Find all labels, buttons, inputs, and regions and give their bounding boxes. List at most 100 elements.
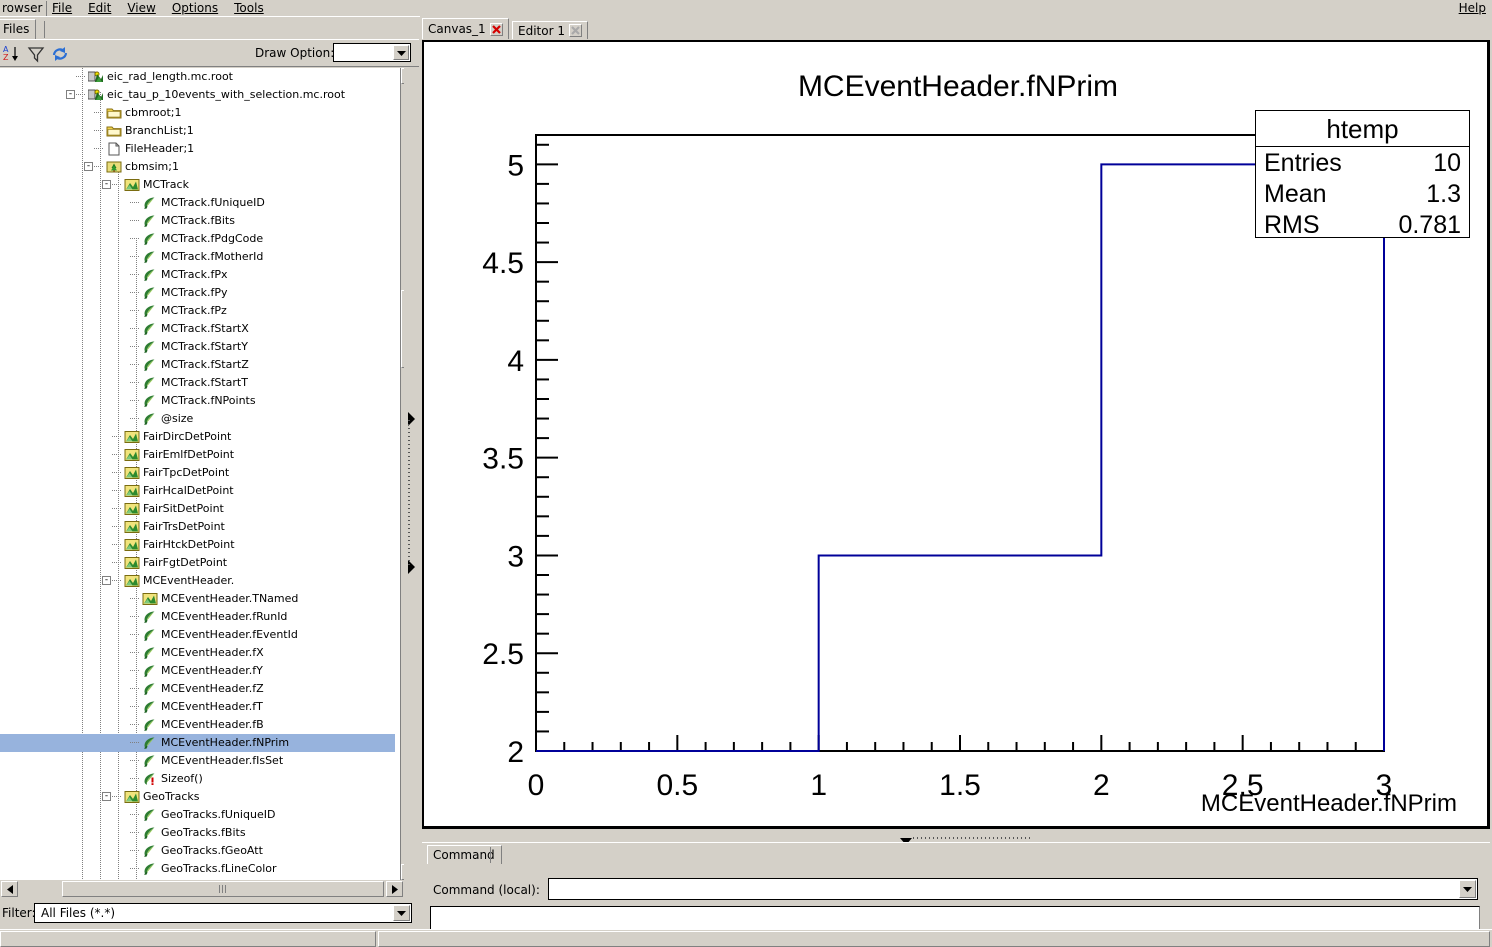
menu-file[interactable]: File bbox=[52, 1, 72, 15]
tree-item[interactable]: GeoTracks.fUniqueID bbox=[0, 806, 395, 824]
tree-hscroll-thumb[interactable] bbox=[62, 881, 384, 897]
tree-item-selected[interactable]: MCEventHeader.fNPrim bbox=[0, 734, 395, 752]
tree-item[interactable]: MCEventHeader.fB bbox=[0, 716, 395, 734]
tree-item[interactable]: FairTpcDetPoint bbox=[0, 464, 395, 482]
root-canvas[interactable]: MCEventHeader.fNPrim 00.511.522.5322.533… bbox=[422, 40, 1490, 829]
tree-item[interactable]: FairDircDetPoint bbox=[0, 428, 395, 446]
tree-item[interactable]: MCEventHeader.TNamed bbox=[0, 590, 395, 608]
canvas-drawing-area[interactable]: MCEventHeader.fNPrim 00.511.522.5322.533… bbox=[424, 42, 1487, 826]
close-icon[interactable] bbox=[490, 23, 503, 36]
tree-connector bbox=[130, 652, 140, 653]
chevron-down-icon[interactable] bbox=[393, 45, 409, 60]
menu-edit[interactable]: Edit bbox=[88, 1, 111, 15]
filter-combo[interactable]: All Files (*.*) bbox=[34, 903, 412, 923]
tree-item[interactable]: MCTrack.fUniqueID bbox=[0, 194, 395, 212]
tree-item[interactable]: FairSitDetPoint bbox=[0, 500, 395, 518]
horizontal-splitter[interactable] bbox=[420, 831, 1492, 841]
tree-item[interactable]: MCEventHeader.fIsSet bbox=[0, 752, 395, 770]
tree-item[interactable]: MCEventHeader.fY bbox=[0, 662, 395, 680]
tree-item[interactable]: GeoTracks.fLineColor bbox=[0, 860, 395, 878]
tree-item[interactable]: MCTrack.fNPoints bbox=[0, 392, 395, 410]
branch-icon bbox=[124, 790, 140, 804]
tree-item[interactable]: MCTrack.fStartZ bbox=[0, 356, 395, 374]
tree-item[interactable]: -eic_tau_p_10events_with_selection.mc.ro… bbox=[0, 86, 395, 104]
leaf-icon bbox=[142, 736, 158, 750]
x-tick-label: 0 bbox=[528, 769, 545, 802]
list-icon bbox=[106, 124, 122, 138]
menu-tools[interactable]: Tools bbox=[234, 1, 264, 15]
tree-item[interactable]: cbmroot;1 bbox=[0, 104, 395, 122]
tree-item[interactable]: MCEventHeader.fX bbox=[0, 644, 395, 662]
tree-item[interactable]: MCTrack.fPz bbox=[0, 302, 395, 320]
tree-item[interactable]: FairEmlfDetPoint bbox=[0, 446, 395, 464]
scroll-right-icon[interactable] bbox=[386, 881, 403, 897]
menu-options[interactable]: Options bbox=[172, 1, 218, 15]
tree-item[interactable]: MCTrack.fStartY bbox=[0, 338, 395, 356]
sort-az-icon[interactable]: A Z bbox=[2, 44, 22, 64]
tree-item[interactable]: @size bbox=[0, 410, 395, 428]
refresh-icon[interactable] bbox=[50, 44, 70, 64]
tree-item[interactable]: GeoTracks.fBits bbox=[0, 824, 395, 842]
tree-item[interactable]: MCTrack.fStartX bbox=[0, 320, 395, 338]
tree-item[interactable]: MCEventHeader.fEventId bbox=[0, 626, 395, 644]
stats-box[interactable]: htemp Entries 10 Mean 1.3 RMS 0.781 bbox=[1255, 110, 1470, 238]
scroll-left-icon[interactable] bbox=[1, 881, 18, 897]
tree-item[interactable]: eic_rad_length.mc.root bbox=[0, 68, 395, 86]
tree-item[interactable]: FairHtckDetPoint bbox=[0, 536, 395, 554]
tree-item[interactable]: MCEventHeader.fRunId bbox=[0, 608, 395, 626]
tree-item-label: cbmroot;1 bbox=[125, 104, 182, 122]
tree-item[interactable]: FairTrsDetPoint bbox=[0, 518, 395, 536]
file-tree[interactable]: eic_rad_length.mc.root-eic_tau_p_10event… bbox=[0, 68, 395, 880]
branch-icon bbox=[124, 484, 140, 498]
leaf-icon bbox=[142, 700, 158, 714]
tree-connector bbox=[112, 184, 122, 185]
tree-expander-toggle[interactable]: - bbox=[102, 792, 111, 801]
tree-item[interactable]: MCTrack.fMotherId bbox=[0, 248, 395, 266]
tree-item[interactable]: FileHeader;1 bbox=[0, 140, 395, 158]
branch-icon bbox=[142, 592, 158, 606]
tree-item[interactable]: Sizeof() bbox=[0, 770, 395, 788]
tab-canvas-1[interactable]: Canvas_1 bbox=[422, 18, 509, 39]
tree-item[interactable]: -cbmsim;1 bbox=[0, 158, 395, 176]
tree-item[interactable]: BranchList;1 bbox=[0, 122, 395, 140]
command-input[interactable] bbox=[548, 878, 1478, 900]
tree-item[interactable]: FairHcalDetPoint bbox=[0, 482, 395, 500]
tab-editor-1[interactable]: Editor 1 bbox=[512, 21, 588, 39]
tree-item[interactable]: MCEventHeader.fZ bbox=[0, 680, 395, 698]
menu-help[interactable]: Help bbox=[1459, 1, 1486, 15]
tree-item[interactable]: MCTrack.fPdgCode bbox=[0, 230, 395, 248]
tree-expander-toggle[interactable]: - bbox=[102, 180, 111, 189]
tree-connector bbox=[130, 868, 140, 869]
tree-item[interactable]: GeoTracks.fGeoAtt bbox=[0, 842, 395, 860]
tree-expander-toggle[interactable]: - bbox=[66, 90, 75, 99]
tree-item[interactable]: MCTrack.fPy bbox=[0, 284, 395, 302]
filter-funnel-icon[interactable] bbox=[26, 44, 46, 64]
tree-item[interactable]: MCTrack.fStartT bbox=[0, 374, 395, 392]
tab-canvas-1-label: Canvas_1 bbox=[428, 22, 486, 36]
tree-item[interactable]: FairFgtDetPoint bbox=[0, 554, 395, 572]
tree-item[interactable]: MCTrack.fPx bbox=[0, 266, 395, 284]
canvas-tabstrip: Canvas_1 Editor 1 bbox=[420, 16, 1492, 40]
leaf-icon bbox=[142, 862, 158, 876]
close-icon[interactable] bbox=[569, 24, 582, 37]
tree-expander-toggle[interactable]: - bbox=[84, 162, 93, 171]
tree-item[interactable]: -GeoTracks bbox=[0, 788, 395, 806]
tree-item-label: MCTrack.fStartX bbox=[161, 320, 249, 338]
chevron-down-icon[interactable] bbox=[393, 905, 410, 921]
leaf-icon bbox=[142, 232, 158, 246]
vertical-splitter[interactable] bbox=[404, 68, 420, 880]
tree-item[interactable]: -MCTrack bbox=[0, 176, 395, 194]
tree-connector bbox=[130, 688, 140, 689]
chevron-down-icon[interactable] bbox=[1459, 880, 1476, 898]
tree-expander-toggle[interactable]: - bbox=[102, 576, 111, 585]
y-tick-label: 2.5 bbox=[482, 638, 524, 671]
tree-item[interactable]: MCTrack.fBits bbox=[0, 212, 395, 230]
tree-item[interactable]: -MCEventHeader. bbox=[0, 572, 395, 590]
tree-connector bbox=[130, 382, 140, 383]
tree-item-label: @size bbox=[161, 410, 193, 428]
tree-horizontal-scrollbar[interactable] bbox=[0, 880, 419, 899]
draw-option-combo[interactable] bbox=[333, 43, 411, 62]
menu-view[interactable]: View bbox=[127, 1, 155, 15]
tree-item[interactable]: MCEventHeader.fT bbox=[0, 698, 395, 716]
tab-files[interactable]: Files bbox=[0, 19, 36, 39]
